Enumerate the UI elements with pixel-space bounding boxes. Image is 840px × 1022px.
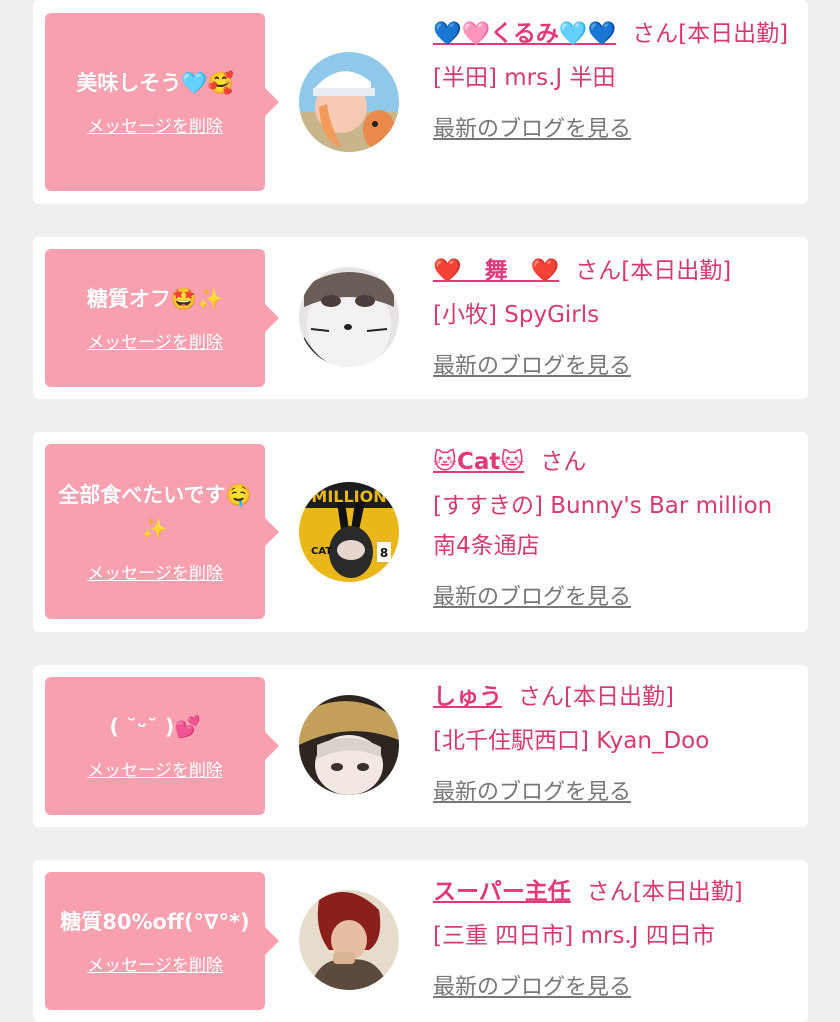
message-card: 糖質オフ🤩✨ メッセージを削除 ❤️ 舞 ❤️ さん[本日出勤] [小牧] Spy… — [33, 237, 808, 399]
san-status: さん — [540, 449, 587, 475]
cast-name-link[interactable]: ❤️ 舞 ❤️ — [433, 258, 559, 284]
cast-name-link[interactable]: しゅう — [433, 684, 502, 710]
message-bubble: 美味しそう🩵🥰 メッセージを削除 — [45, 13, 279, 191]
message-card: 全部食べたいです🤤✨ メッセージを削除 MILLION CAT 8 🐱Cat🐱 さ… — [33, 432, 808, 632]
svg-text:CAT: CAT — [311, 546, 332, 557]
shop-name: [北千住駅西口] Kyan_Doo — [433, 728, 710, 754]
message-bubble: ( ˘ᵕ˘ )💕 メッセージを削除 — [45, 677, 279, 815]
message-card: 美味しそう🩵🥰 メッセージを削除 💙🩷くるみ🩵💙 さん[本日出勤] [半田] mr… — [33, 0, 808, 204]
delete-message-link[interactable]: メッセージを削除 — [87, 559, 223, 584]
view-blog-link[interactable]: 最新のブログを見る — [433, 773, 631, 813]
message-text: 糖質80%off(°∇°*) — [60, 909, 250, 934]
view-blog-link[interactable]: 最新のブログを見る — [433, 578, 631, 618]
view-blog-link[interactable]: 最新のブログを見る — [433, 110, 631, 150]
message-text: 美味しそう🩵🥰 — [76, 70, 234, 95]
avatar-photo-icon — [299, 267, 399, 367]
avatar-photo-icon — [299, 695, 399, 795]
avatar-photo-icon: MILLION CAT 8 — [299, 482, 399, 582]
avatar[interactable] — [299, 52, 399, 152]
card-info: 💙🩷くるみ🩵💙 さん[本日出勤] [半田] mrs.J 半田 最新のブログを見る — [433, 14, 793, 150]
san-status: さん[本日出勤] — [586, 879, 743, 905]
san-status: さん[本日出勤] — [632, 21, 789, 47]
shop-name: [半田] mrs.J 半田 — [433, 65, 616, 91]
cast-name-link[interactable]: 💙🩷くるみ🩵💙 — [433, 21, 616, 47]
delete-message-link[interactable]: メッセージを削除 — [87, 328, 223, 353]
message-bubble: 糖質80%off(°∇°*) メッセージを削除 — [45, 872, 279, 1010]
view-blog-link[interactable]: 最新のブログを見る — [433, 968, 631, 1008]
view-blog-link[interactable]: 最新のブログを見る — [433, 347, 631, 387]
svg-text:MILLION: MILLION — [311, 487, 386, 506]
shop-name: [すすきの] Bunny's Bar million 南4条通店 — [433, 493, 773, 559]
message-bubble: 糖質オフ🤩✨ メッセージを削除 — [45, 249, 279, 387]
message-bubble: 全部食べたいです🤤✨ メッセージを削除 — [45, 444, 279, 619]
message-card: 糖質80%off(°∇°*) メッセージを削除 スーパー主任 さん[本日出勤] [… — [33, 860, 808, 1022]
avatar[interactable] — [299, 267, 399, 367]
message-text: 全部食べたいです🤤✨ — [58, 483, 252, 541]
delete-message-link[interactable]: メッセージを削除 — [87, 112, 223, 137]
cast-name-link[interactable]: 🐱Cat🐱 — [433, 449, 524, 475]
card-info: スーパー主任 さん[本日出勤] [三重 四日市] mrs.J 四日市 最新のブログ… — [433, 872, 793, 1008]
delete-message-link[interactable]: メッセージを削除 — [87, 951, 223, 976]
message-text: ( ˘ᵕ˘ )💕 — [109, 714, 201, 739]
card-info: ❤️ 舞 ❤️ さん[本日出勤] [小牧] SpyGirls 最新のブログを見る — [433, 251, 793, 387]
cast-name-link[interactable]: スーパー主任 — [433, 879, 571, 905]
delete-message-link[interactable]: メッセージを削除 — [87, 756, 223, 781]
message-card: ( ˘ᵕ˘ )💕 メッセージを削除 しゅう さん[本日出勤] [北千住駅西口] K… — [33, 665, 808, 827]
avatar[interactable] — [299, 695, 399, 795]
san-status: さん[本日出勤] — [575, 258, 732, 284]
message-text: 糖質オフ🤩✨ — [86, 286, 224, 311]
san-status: さん[本日出勤] — [518, 684, 674, 710]
avatar[interactable]: MILLION CAT 8 — [299, 482, 399, 582]
svg-text:8: 8 — [380, 546, 388, 560]
card-info: 🐱Cat🐱 さん [すすきの] Bunny's Bar million 南4条通店… — [433, 442, 793, 618]
avatar[interactable] — [299, 890, 399, 990]
avatar-photo-icon — [299, 52, 399, 152]
shop-name: [小牧] SpyGirls — [433, 302, 600, 328]
card-info: しゅう さん[本日出勤] [北千住駅西口] Kyan_Doo 最新のブログを見る — [433, 677, 793, 813]
shop-name: [三重 四日市] mrs.J 四日市 — [433, 923, 715, 949]
avatar-photo-icon — [299, 890, 399, 990]
